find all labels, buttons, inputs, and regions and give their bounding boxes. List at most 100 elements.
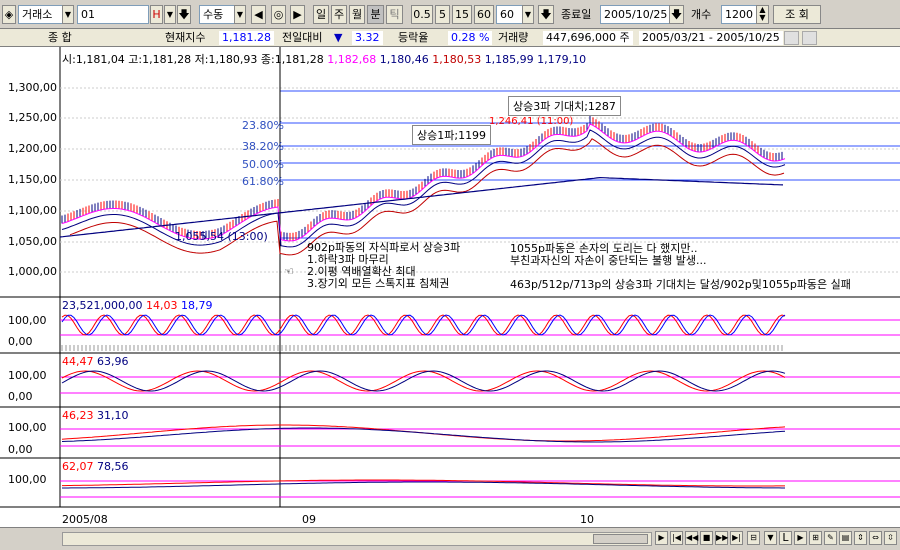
- volume-value: 447,696,000 주: [543, 31, 633, 45]
- fib-label: 50.00%: [242, 158, 284, 171]
- p4-value-a: 46,23: [62, 409, 94, 422]
- ohlc-close: 1,181,28: [274, 53, 324, 66]
- p2-y-label: 100,00: [8, 314, 47, 327]
- rate-label: 등락율: [398, 31, 429, 44]
- play-back-icon[interactable]: ◀◀: [685, 531, 698, 545]
- l-icon[interactable]: L: [779, 531, 792, 545]
- count-stepper-icon[interactable]: ▲ ▼: [756, 5, 769, 24]
- query-button[interactable]: 조 회: [773, 5, 821, 24]
- note-line: 3.장기외 모든 스톡지표 침체권: [307, 277, 450, 290]
- vertical-resize-icon[interactable]: ⇕: [854, 531, 867, 545]
- market-value: 거래소: [22, 8, 53, 21]
- ma3-value: 1,180,53: [432, 53, 482, 66]
- osc1-value: 14,03: [145, 299, 178, 312]
- last-icon[interactable]: ▶|: [730, 531, 743, 545]
- table-icon[interactable]: ▤: [839, 531, 852, 545]
- code-value: 01: [81, 8, 95, 21]
- note-left: 902p파동의 자식파로서 상승3파 1.하락3파 마무리 2.이평 역배열확산…: [307, 242, 460, 290]
- p5-value-a: 62,07: [62, 460, 94, 473]
- print-icon[interactable]: [802, 31, 817, 45]
- volume-label: 거래량: [498, 31, 529, 44]
- end-date-label: 종료일: [561, 8, 592, 21]
- period-month[interactable]: 월: [349, 5, 365, 24]
- horizontal-scrollbar[interactable]: [62, 532, 652, 546]
- scroll-right-icon[interactable]: ▶: [655, 531, 668, 545]
- ohlc-readout: 시:1,181,04 고:1,181,28 저:1,180,93 종:1,181…: [62, 51, 586, 67]
- bottom-bar: ▶ |◀ ◀◀ ■ ▶▶ ▶| ⊟ ▼ L ▶ ⊞ ✎ ▤ ⇕ ⇔ ⇳: [0, 527, 900, 550]
- p3-value-b: 63,96: [97, 355, 129, 368]
- note-line: 부친과자신의 자손이 중단되는 불행 발생...: [510, 254, 707, 267]
- p4-y-label: 0,00: [8, 443, 33, 456]
- pointer-icon: ☜: [284, 265, 294, 278]
- down-triangle-icon: ▼: [334, 31, 343, 44]
- p3-value-a: 44,47: [62, 355, 94, 368]
- grid-icon[interactable]: ⊞: [809, 531, 822, 545]
- index-value: 1,181.28: [219, 31, 274, 45]
- note-bottom: 463p/512p/713p의 상승3파 기대치는 달성/902p및1055p파…: [510, 278, 851, 291]
- high-label: 1,246,41 (11:00): [489, 116, 574, 127]
- y-label: 1,000,00: [8, 265, 57, 278]
- ma5-value: 1,179,10: [537, 53, 587, 66]
- prev-icon[interactable]: ◀: [251, 5, 266, 24]
- save-icon[interactable]: [784, 31, 799, 45]
- change-value: 3.32: [352, 31, 383, 45]
- panel3-values: 44,47 63,96: [62, 355, 129, 368]
- down-icon[interactable]: ▼: [764, 531, 777, 545]
- panel4-values: 46,23 31,10: [62, 409, 129, 422]
- draw-icon[interactable]: ✎: [824, 531, 837, 545]
- status-bar: 종 합 현재지수 1,181.28 전일대비 ▼ 3.32 등락율 0.28 %…: [0, 29, 900, 47]
- panel5-values: 62,07 78,56: [62, 460, 129, 473]
- play-icon[interactable]: ▶▶: [715, 531, 728, 545]
- p2-y-label: 0,00: [8, 335, 33, 348]
- next-icon[interactable]: ▶: [290, 5, 305, 24]
- market-dropdown-icon[interactable]: ▼: [62, 5, 74, 24]
- count-value: 1200: [725, 8, 753, 21]
- target-icon[interactable]: ◎: [271, 5, 286, 24]
- interval-5[interactable]: 5: [435, 5, 450, 24]
- period-week[interactable]: 주: [331, 5, 347, 24]
- interval-60[interactable]: 60: [474, 5, 494, 24]
- expand-icon[interactable]: ⇳: [884, 531, 897, 545]
- apply-arrow-icon[interactable]: 🡇: [538, 5, 554, 24]
- end-date-value: 2005/10/25: [604, 8, 668, 21]
- p5-value-b: 78,56: [97, 460, 129, 473]
- panel2-values: 23,521,000,00 14,03 18,79: [62, 299, 212, 312]
- zoom-out-icon[interactable]: ⊟: [747, 531, 760, 545]
- period-tick[interactable]: 틱: [386, 5, 403, 24]
- x-label: 10: [580, 513, 594, 526]
- osc-line: [61, 314, 786, 336]
- menu-icon[interactable]: ◈: [2, 5, 16, 24]
- osc-line: [61, 370, 786, 392]
- y-label: 1,300,00: [8, 81, 57, 94]
- rate-value: 0.28 %: [448, 31, 493, 45]
- h-button[interactable]: H: [150, 5, 163, 24]
- chart-area[interactable]: 시:1,181,04 고:1,181,28 저:1,180,93 종:1,181…: [0, 47, 900, 527]
- mode-select[interactable]: 수동: [199, 5, 239, 24]
- p3-y-label: 100,00: [8, 369, 47, 382]
- code-input[interactable]: 01: [77, 5, 149, 24]
- code-dropdown-icon[interactable]: ▼: [164, 5, 176, 24]
- p4-y-label: 100,00: [8, 421, 47, 434]
- down-arrow-icon[interactable]: 🡇: [177, 5, 191, 24]
- osc2-value: 18,79: [180, 299, 213, 312]
- date-range: 2005/03/21 - 2005/10/25: [639, 31, 783, 45]
- note-right: 1055p파동은 손자의 도리는 다 했지만.. 부친과자신의 자손이 중단되는…: [510, 243, 707, 267]
- date-dropdown-icon[interactable]: 🡇: [669, 5, 684, 24]
- mode-dropdown-icon[interactable]: ▼: [234, 5, 246, 24]
- y-label: 1,100,00: [8, 204, 57, 217]
- horizontal-resize-icon[interactable]: ⇔: [869, 531, 882, 545]
- market-name: 종 합: [48, 31, 72, 44]
- interval-0-5[interactable]: 0.5: [411, 5, 433, 24]
- stop-icon[interactable]: ■: [700, 531, 713, 545]
- right-icon[interactable]: ▶: [794, 531, 807, 545]
- first-icon[interactable]: |◀: [670, 531, 683, 545]
- period-day[interactable]: 일: [313, 5, 329, 24]
- ma4-value: 1,185,99: [484, 53, 534, 66]
- y-label: 1,200,00: [8, 142, 57, 155]
- interval-15[interactable]: 15: [452, 5, 472, 24]
- period-minute[interactable]: 분: [367, 5, 384, 24]
- p4-value-b: 31,10: [97, 409, 129, 422]
- scroll-thumb[interactable]: [593, 534, 648, 544]
- interval-dropdown-icon[interactable]: ▼: [522, 5, 534, 24]
- ma2-value: 1,180,46: [379, 53, 429, 66]
